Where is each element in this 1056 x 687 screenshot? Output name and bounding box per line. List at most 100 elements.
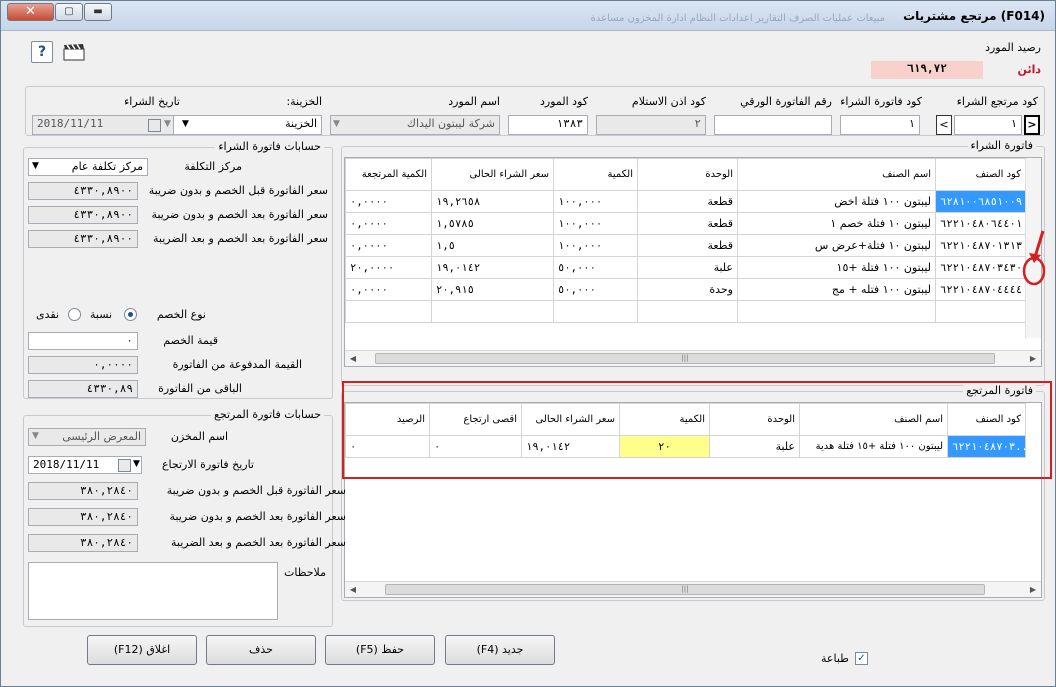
store-dropdown-icon[interactable]: ▼ (32, 431, 39, 441)
cost-center-label: مركز التكلفة (184, 160, 242, 173)
cell-price[interactable]: ٢٠,٩١٥ (431, 278, 554, 301)
table-row-new[interactable] (345, 300, 1026, 323)
cell-price[interactable]: ١,٥٧٨٥ (431, 212, 554, 235)
purchase-after-tax-value: ٤٣٣٠,٨٩٠٠ (28, 230, 138, 248)
cell-unit[interactable]: قطعة (637, 190, 738, 213)
clapper-icon[interactable] (63, 43, 85, 61)
discount-value-input[interactable]: ٠ (28, 332, 138, 350)
close-window-button[interactable]: ✕ (7, 3, 54, 21)
receipt-code-input[interactable]: ٢ (596, 115, 706, 135)
header-group: كود مرتجع الشراء > ١ < كود فاتورة الشراء… (25, 86, 1045, 136)
notes-textarea[interactable] (28, 562, 278, 620)
supplier-balance-label: رصيد المورد (985, 41, 1041, 54)
cell-unit[interactable]: قطعة (637, 212, 738, 235)
horizontal-scrollbar[interactable]: ◀ ||| ▶ (345, 350, 1041, 366)
cell-price[interactable]: ١,٥ (431, 234, 554, 257)
cell-item-code[interactable]: ٦٢٢١٠٤٨٧٠٣٤٣٠ (935, 256, 1026, 279)
cell-unit[interactable]: قطعة (637, 234, 738, 257)
cell-returned-qty[interactable]: ٢٠,٠٠٠٠ (345, 256, 432, 279)
table-row[interactable]: ٦٢٢١٠٤٨٧٠٣٤٣٠ ليبتون ١٠٠ فتلة +١٥ علبة ٥… (345, 256, 1026, 279)
return-date-dropdown-icon[interactable]: ▼ (133, 459, 140, 469)
supplier-name-dropdown-icon[interactable]: ▼ (333, 119, 340, 129)
treasury-select[interactable]: الخزينة (172, 115, 322, 135)
paper-invoice-input[interactable] (714, 115, 832, 135)
return-after-tax-value: ٣٨٠,٢٨٤٠ (28, 534, 138, 552)
cell-price[interactable]: ١٩,٢٦٥٨ (431, 190, 554, 213)
nav-next-button[interactable]: > (1024, 115, 1040, 135)
cell-qty[interactable]: ٥٠,٠٠٠ (553, 278, 638, 301)
horizontal-scrollbar[interactable]: ◀ ||| ▶ (345, 581, 1041, 597)
nav-prev-button[interactable]: < (936, 115, 952, 135)
store-select[interactable]: المعرض الرئيسى (28, 428, 146, 446)
minimize-button[interactable]: ▬ (84, 3, 112, 21)
scroll-right-icon[interactable]: ▶ (1025, 351, 1041, 366)
scroll-left-icon[interactable]: ◀ (345, 351, 361, 366)
remaining-amount-value: ٤٣٣٠,٨٩ (28, 380, 138, 398)
cost-center-select[interactable]: مركز تكلفة عام (28, 158, 148, 176)
cell-item-name[interactable]: ليبتون ١٠٠ فتلة +١٥ (737, 256, 936, 279)
cell-qty[interactable]: ٥٠,٠٠٠ (553, 256, 638, 279)
table-row[interactable]: ٦٢٢١٠٤٨٧٠١٣١٣ ليبتون ١٠ فتلة+عرض س قطعة … (345, 234, 1026, 257)
return-code-input[interactable]: ١ (954, 115, 1022, 135)
purchase-date-checkbox[interactable] (148, 119, 161, 132)
cell-unit[interactable]: وحدة (637, 278, 738, 301)
cell-returned-qty[interactable]: ٠,٠٠٠٠ (345, 234, 432, 257)
print-label: طباعة (821, 652, 849, 665)
cell-returned-qty[interactable]: ٠,٠٠٠٠ (345, 212, 432, 235)
cell-item-code[interactable]: ٦٢٨١٠٠٦٨٥١٠٠٩ (935, 190, 1026, 213)
col-qty[interactable]: الكمية (553, 158, 638, 191)
cell-returned-qty[interactable]: ٠,٠٠٠٠ (345, 190, 432, 213)
purchase-date-dropdown-icon[interactable]: ▼ (164, 119, 171, 129)
print-checkbox[interactable]: ✓ (855, 652, 868, 665)
cell-item-code[interactable]: ٦٢٢١٠٤٨٧٠١٣١٣ (935, 234, 1026, 257)
supplier-balance-value: ٦١٩,٧٢ (871, 61, 983, 79)
maximize-button[interactable]: ▢ (55, 3, 83, 21)
purchase-before-discount-label: سعر الفاتورة قبل الخصم و بدون ضريبة (148, 184, 328, 197)
new-button[interactable]: جديد (F4) (445, 635, 555, 665)
delete-button[interactable]: حذف (206, 635, 316, 665)
return-invoice-highlight-box (342, 381, 1052, 479)
purchase-accounts-group: حسابات فاتورة الشراء مركز التكلفة مركز ت… (23, 140, 333, 399)
col-item-name[interactable]: اسم الصنف (737, 158, 936, 191)
purchase-accounts-title: حسابات فاتورة الشراء (215, 140, 324, 153)
cell-price[interactable]: ١٩,٠١٤٢ (431, 256, 554, 279)
purchase-before-discount-value: ٤٣٣٠,٨٩٠٠ (28, 182, 138, 200)
cell-qty[interactable]: ١٠٠,٠٠٠ (553, 234, 638, 257)
close-button[interactable]: اغلاق (F12) (87, 635, 197, 665)
purchase-invoice-grid[interactable]: كود الصنف اسم الصنف الوحدة الكمية سعر ال… (344, 157, 1042, 367)
table-row[interactable]: ٦٢٨١٠٠٦٨٥١٠٠٩ ليبتون ١٠٠ فتلة اخض قطعة ١… (345, 190, 1026, 213)
discount-cash-radio[interactable] (68, 308, 81, 321)
cell-unit[interactable]: علبة (637, 256, 738, 279)
supplier-code-input[interactable]: ١٣٨٣ (508, 115, 588, 135)
col-price[interactable]: سعر الشراء الحالى (431, 158, 554, 191)
scroll-left-icon[interactable]: ◀ (345, 582, 361, 597)
cell-item-name[interactable]: ليبتون ١٠٠ فتلة اخض (737, 190, 936, 213)
cell-item-name[interactable]: ليبتون ١٠ فتلة+عرض س (737, 234, 936, 257)
scroll-right-icon[interactable]: ▶ (1025, 582, 1041, 597)
cell-item-name[interactable]: ليبتون ١٠٠ فتله + مج (737, 278, 936, 301)
scroll-thumb[interactable]: ||| (385, 584, 985, 595)
table-row[interactable]: ٦٢٢١٠٤٨٧٠٤٤٤٤ ليبتون ١٠٠ فتله + مج وحدة … (345, 278, 1026, 301)
cell-qty[interactable]: ١٠٠,٠٠٠ (553, 190, 638, 213)
col-unit[interactable]: الوحدة (637, 158, 738, 191)
col-item-code[interactable]: كود الصنف (935, 158, 1026, 191)
cell-item-code[interactable]: ٦٢٢١٠٤٨٧٠٤٤٤٤ (935, 278, 1026, 301)
save-button[interactable]: حفظ (F5) (325, 635, 435, 665)
cell-item-name[interactable]: ليبتون ١٠ فتلة خصم ١ (737, 212, 936, 235)
cost-center-dropdown-icon[interactable]: ▼ (32, 161, 39, 171)
return-accounts-title: حسابات فاتورة المرتجع (210, 408, 324, 421)
treasury-dropdown-icon[interactable]: ▼ (182, 119, 189, 129)
col-returned-qty[interactable]: الكمية المرتجعة (345, 158, 432, 191)
supplier-name-select[interactable]: شركة ليبتون اليداك (330, 115, 500, 135)
cell-item-code[interactable]: ٦٢٢١٠٤٨٠٦٤٤٠١ (935, 212, 1026, 235)
cell-returned-qty[interactable]: ٠,٠٠٠٠ (345, 278, 432, 301)
help-icon[interactable]: ? (31, 41, 53, 63)
purchase-after-discount-label: سعر الفاتورة بعد الخصم و بدون ضريبة (151, 208, 328, 221)
paid-amount-value: ٠,٠٠٠٠ (28, 356, 138, 374)
return-date-checkbox[interactable] (118, 459, 131, 472)
purchase-invoice-code-input[interactable]: ١ (840, 115, 920, 135)
cell-qty[interactable]: ١٠٠,٠٠٠ (553, 212, 638, 235)
table-row[interactable]: ٦٢٢١٠٤٨٠٦٤٤٠١ ليبتون ١٠ فتلة خصم ١ قطعة … (345, 212, 1026, 235)
discount-percent-radio[interactable] (124, 308, 137, 321)
scroll-thumb[interactable]: ||| (375, 353, 995, 364)
